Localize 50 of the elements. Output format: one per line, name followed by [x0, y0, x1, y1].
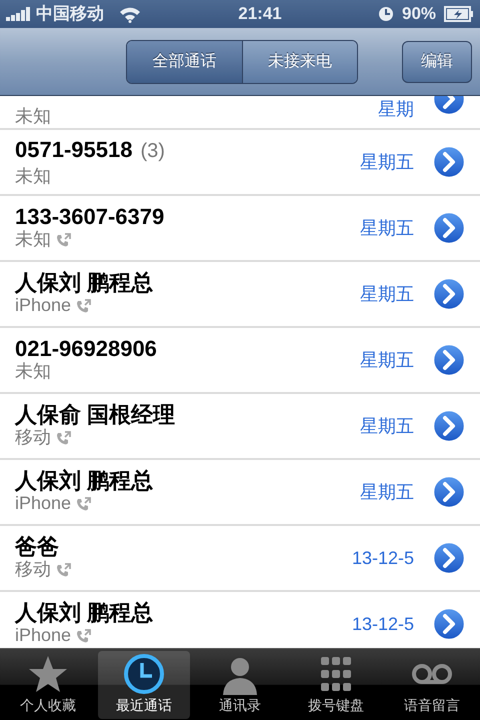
- clock-icon: [378, 6, 394, 22]
- contact-name: 人保俞 国根经理: [15, 403, 176, 428]
- detail-disclosure-icon[interactable]: [432, 343, 466, 377]
- tab-bar-item[interactable]: 通讯录: [194, 650, 286, 718]
- signal-icon: [6, 7, 32, 21]
- call-type-label: 移动: [15, 427, 51, 449]
- detail-disclosure-icon[interactable]: [432, 277, 466, 311]
- call-type-label: iPhone: [15, 295, 72, 317]
- tab-bar-item[interactable]: 个人收藏: [2, 650, 94, 718]
- call-date: 星期五: [360, 282, 414, 306]
- carrier-name: 中国移动: [36, 3, 104, 26]
- call-type-label: 未知: [15, 166, 51, 188]
- call-type-label: 未知: [15, 361, 51, 383]
- segment-tab[interactable]: 全部通话: [127, 40, 242, 82]
- call-date: 13-12-5: [352, 612, 414, 636]
- detail-disclosure-icon[interactable]: [432, 145, 466, 179]
- tab-bar-item[interactable]: 语音留言: [386, 650, 478, 718]
- call-type-label: 移动: [15, 559, 51, 581]
- call-type-label: iPhone: [15, 625, 72, 647]
- clock-icon: [123, 652, 165, 694]
- detail-disclosure-icon[interactable]: [432, 607, 466, 641]
- battery-percent: 90%: [402, 3, 436, 26]
- contact-name: 133-3607-6379: [15, 205, 164, 230]
- detail-disclosure-icon[interactable]: [432, 409, 466, 443]
- tab-bar-item[interactable]: 最近通话: [98, 650, 190, 718]
- detail-disclosure-icon[interactable]: [432, 475, 466, 509]
- call-date: 星期五: [360, 216, 414, 240]
- call-date: 星期五: [360, 150, 414, 174]
- call-type-label: 未知: [15, 106, 51, 128]
- call-date: 星期五: [360, 348, 414, 372]
- contact-name: 021-96928906: [15, 337, 157, 362]
- edit-button[interactable]: 编辑: [402, 40, 472, 82]
- call-date: 13-12-5: [352, 546, 414, 570]
- contact-name: 人保刘 鹏程总: [15, 469, 154, 494]
- call-count: (3): [140, 139, 165, 164]
- contact-name: 0571-95518: [15, 138, 132, 162]
- detail-disclosure-icon[interactable]: [432, 211, 466, 245]
- detail-disclosure-icon[interactable]: [432, 541, 466, 575]
- battery-icon: [444, 6, 474, 22]
- contact-name: 人保刘 鹏程总: [15, 601, 154, 626]
- call-date: 星期五: [360, 414, 414, 438]
- call-type-label: 未知: [15, 229, 51, 251]
- wifi-icon: [118, 5, 142, 23]
- contact-name: 爸爸: [15, 535, 59, 560]
- call-type-label: iPhone: [15, 493, 72, 515]
- call-date: 星期五: [360, 480, 414, 504]
- status-time: 21:41: [238, 3, 282, 26]
- tab-bar-item[interactable]: 拨号键盘: [290, 650, 382, 718]
- call-date: 星期: [378, 98, 414, 121]
- contact-name: 人保刘 鹏程总: [15, 271, 154, 296]
